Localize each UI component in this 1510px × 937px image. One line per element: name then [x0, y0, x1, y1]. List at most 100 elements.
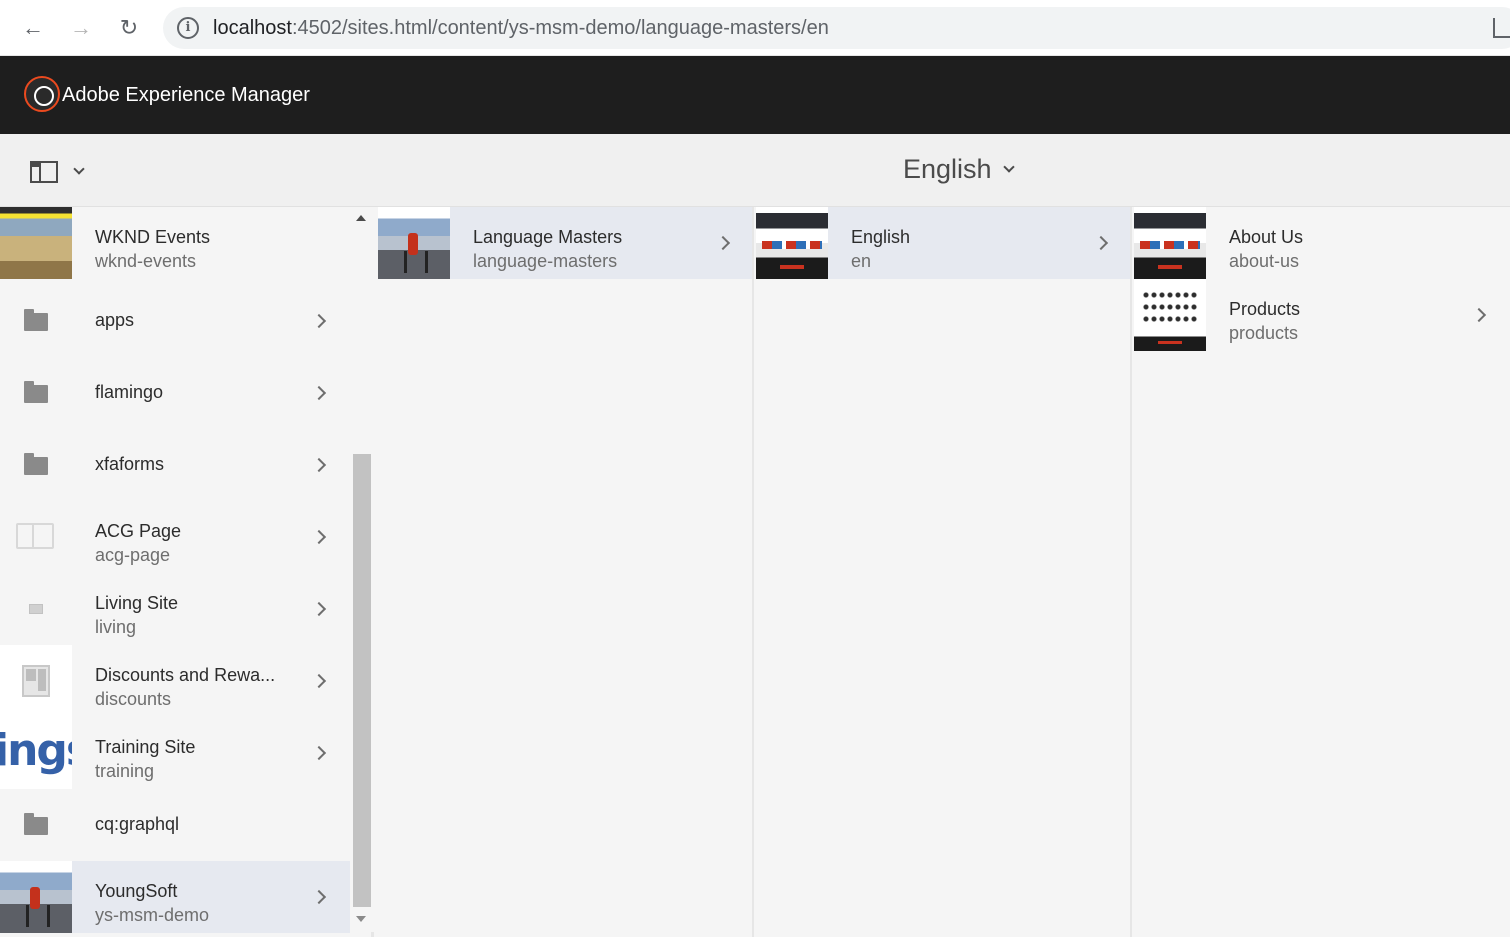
chevron-down-icon	[73, 163, 85, 175]
item-name: discounts	[95, 689, 172, 709]
forward-button[interactable]: →	[65, 12, 97, 44]
column-item-flamingo[interactable]: flamingo	[0, 357, 350, 429]
reload-button[interactable]: ↻	[113, 12, 145, 44]
folder-icon	[24, 453, 48, 475]
item-title: Products	[1229, 299, 1301, 319]
scroll-up-icon[interactable]	[356, 215, 366, 221]
url-text[interactable]: localhost:4502/sites.html/content/ys-msm…	[213, 17, 829, 40]
item-title: ACG Page	[95, 521, 182, 541]
item-title: xfaforms	[95, 454, 165, 474]
reload-icon: ↻	[119, 15, 139, 40]
thumbnail-text: ings	[0, 725, 72, 776]
column-item-acg-page[interactable]: ACG Page acg-page	[0, 501, 350, 573]
chevron-right-icon[interactable]	[1471, 307, 1487, 323]
page-icon	[16, 523, 54, 549]
item-title: Training Site	[95, 737, 196, 757]
column-item-living[interactable]: Living Site living	[0, 573, 350, 645]
item-title: English	[851, 227, 911, 247]
item-title: flamingo	[95, 382, 164, 402]
url-host: localhost	[213, 17, 292, 39]
item-name: en	[851, 251, 872, 271]
thumbnail	[0, 573, 72, 645]
thumbnail	[0, 207, 72, 279]
column-item-language-masters[interactable]: Language Masters language-masters	[378, 207, 752, 279]
column-item-products[interactable]: Products products	[1134, 279, 1510, 351]
chevron-right-icon[interactable]	[311, 673, 327, 689]
chevron-down-icon	[1003, 161, 1015, 173]
back-button[interactable]: ←	[17, 12, 49, 44]
item-name: products	[1229, 323, 1299, 343]
column-item-training[interactable]: ings Training Site training	[0, 717, 350, 789]
scroll-thumb[interactable]	[353, 454, 371, 907]
folder-icon	[24, 309, 48, 331]
rail-toggle-button[interactable]	[28, 160, 92, 184]
arrow-right-icon: →	[70, 15, 92, 40]
item-name: ys-msm-demo	[95, 905, 210, 925]
item-name: wknd-events	[95, 251, 197, 271]
chevron-right-icon[interactable]	[311, 889, 327, 905]
column-item-wknd-events[interactable]: WKND Events wknd-events	[0, 207, 350, 279]
chevron-right-icon[interactable]	[311, 745, 327, 761]
info-icon[interactable]: i	[177, 17, 199, 39]
column-ys-msm-demo: Language Masters language-masters	[378, 207, 754, 937]
column-scrollbar[interactable]	[350, 207, 374, 932]
page-icon	[29, 604, 43, 614]
item-name: about-us	[1229, 251, 1300, 271]
item-title: cq:graphql	[95, 814, 180, 834]
thumbnail	[378, 207, 450, 279]
thumbnail	[1134, 279, 1206, 351]
chevron-right-icon[interactable]	[311, 529, 327, 545]
column-item-english[interactable]: English en	[756, 207, 1130, 279]
page-icon	[22, 665, 50, 697]
app-title[interactable]: Adobe Experience Manager	[62, 84, 310, 107]
page-title[interactable]: English	[903, 154, 1015, 185]
thumbnail	[0, 789, 72, 861]
adobe-logo-icon[interactable]	[24, 76, 60, 112]
chevron-right-icon[interactable]	[311, 385, 327, 401]
folder-icon	[24, 381, 48, 403]
scroll-down-icon[interactable]	[356, 916, 366, 922]
column-item-about-us[interactable]: About Us about-us	[1134, 207, 1510, 279]
chevron-right-icon[interactable]	[715, 235, 731, 251]
aem-header: Adobe Experience Manager	[0, 56, 1510, 134]
column-root: WKND Events wknd-events apps flamingo xf…	[0, 207, 374, 937]
item-title: Discounts and Rewa...	[95, 665, 276, 685]
thumbnail	[0, 429, 72, 501]
chevron-right-icon[interactable]	[311, 457, 327, 473]
address-bar[interactable]: i localhost:4502/sites.html/content/ys-m…	[163, 7, 1510, 49]
item-title: Language Masters	[473, 227, 623, 247]
thumbnail	[0, 645, 72, 717]
item-title: WKND Events	[95, 227, 211, 247]
chart-icon[interactable]	[1493, 18, 1510, 38]
item-name: living	[95, 617, 137, 637]
column-en: About Us about-us Products products	[1134, 207, 1510, 937]
item-name: training	[95, 761, 155, 781]
chevron-right-icon[interactable]	[311, 313, 327, 329]
browser-toolbar: ← → ↻ i localhost:4502/sites.html/conten…	[0, 0, 1510, 56]
column-language-masters: English en	[756, 207, 1132, 937]
column-item-graphql[interactable]: cq:graphql	[0, 789, 350, 861]
folder-icon	[24, 813, 48, 835]
chevron-right-icon[interactable]	[1093, 235, 1109, 251]
arrow-left-icon: ←	[22, 15, 44, 40]
item-title: About Us	[1229, 227, 1304, 247]
thumbnail	[0, 501, 72, 573]
column-item-xfaforms[interactable]: xfaforms	[0, 429, 350, 501]
item-title: YoungSoft	[95, 881, 178, 901]
item-title: Living Site	[95, 593, 179, 613]
thumbnail: ings	[0, 717, 72, 789]
chevron-right-icon[interactable]	[311, 601, 327, 617]
item-name: acg-page	[95, 545, 171, 565]
thumbnail	[1134, 207, 1206, 279]
action-bar: English	[0, 134, 1510, 207]
column-item-apps[interactable]: apps	[0, 285, 350, 357]
thumbnail	[0, 285, 72, 357]
column-item-discounts[interactable]: Discounts and Rewa... discounts	[0, 645, 350, 717]
item-title: apps	[95, 310, 135, 330]
item-name: language-masters	[473, 251, 618, 271]
side-panel-icon	[30, 161, 58, 183]
column-item-youngsoft[interactable]: YoungSoft ys-msm-demo	[0, 861, 350, 933]
thumbnail	[0, 357, 72, 429]
page-title-text: English	[903, 154, 992, 184]
thumbnail	[0, 861, 72, 933]
